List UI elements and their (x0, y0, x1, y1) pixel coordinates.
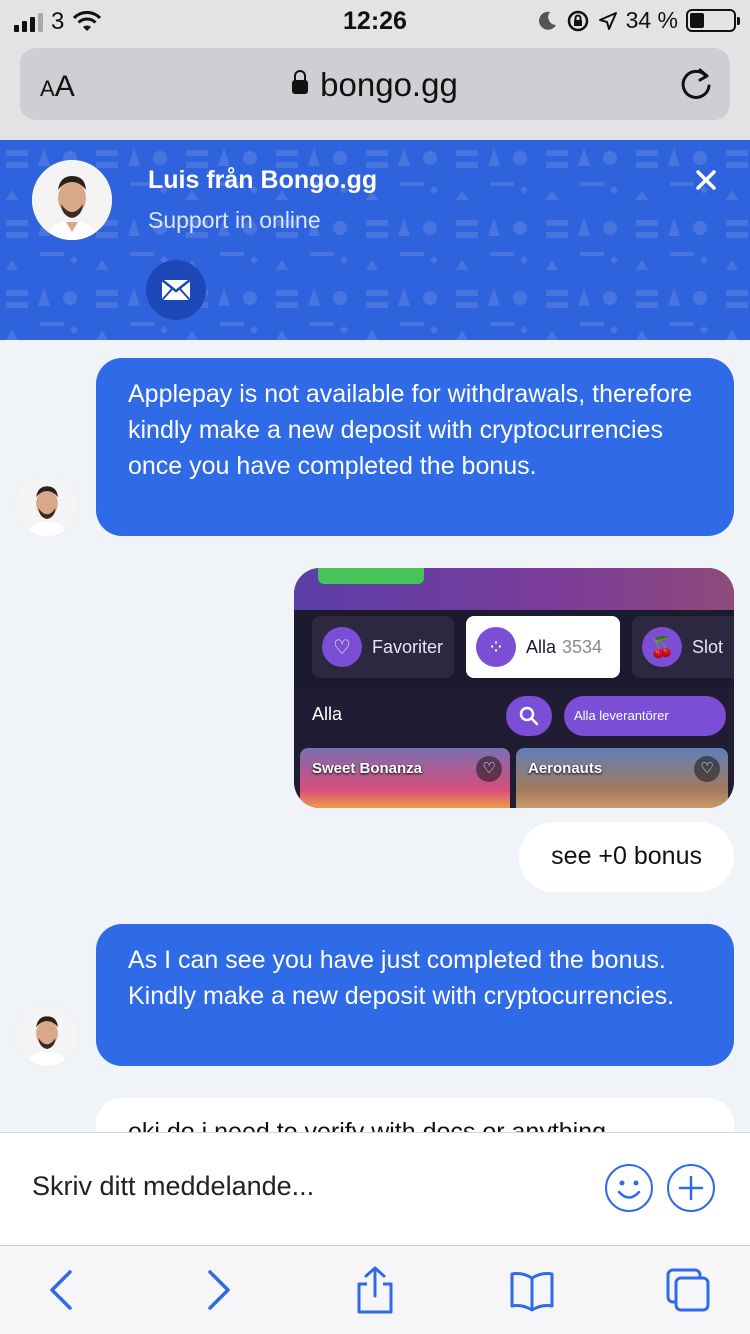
tab-count: 3534 (562, 636, 603, 657)
tabs-icon[interactable] (664, 1266, 712, 1314)
user-message: oki do i need to verify with docs or any… (96, 1098, 734, 1132)
screenshot-filter-row: Alla Alla leverantörer (294, 688, 734, 748)
image-attachment[interactable]: ♡ Favoriter ⁘ Alla 3534 🍒 Slot Alla Alla lev… (294, 568, 734, 808)
reload-icon[interactable] (676, 64, 716, 104)
share-icon[interactable] (351, 1266, 399, 1314)
agent-avatar-small (16, 474, 78, 536)
battery-percent: 34 % (625, 7, 678, 33)
browser-toolbar (0, 1245, 750, 1334)
mail-icon (161, 279, 191, 301)
cherry-icon: 🍒 (642, 627, 682, 667)
browser-address-area: AA bongo.gg (0, 42, 750, 140)
bookmarks-icon[interactable] (508, 1266, 556, 1314)
tab-alla: ⁘ Alla 3534 (466, 616, 620, 678)
agent-message: As I can see you have just completed the… (96, 924, 734, 1066)
tab-label: Alla (526, 636, 557, 657)
heart-icon: ♡ (322, 627, 362, 667)
provider-select: Alla leverantörer (564, 696, 726, 736)
tab-label: Favoriter (372, 636, 444, 657)
favorite-icon: ♡ (476, 756, 502, 782)
email-button[interactable] (146, 260, 206, 320)
search-icon (506, 696, 552, 736)
back-icon[interactable] (38, 1266, 86, 1314)
emoji-icon[interactable] (604, 1163, 654, 1213)
tab-favoriter: ♡ Favoriter (312, 616, 454, 678)
tab-slot: 🍒 Slot (632, 616, 734, 678)
address-bar[interactable]: AA bongo.gg (20, 48, 730, 120)
url-text: bongo.gg (320, 66, 458, 103)
grid-icon: ⁘ (476, 627, 516, 667)
location-icon (598, 11, 617, 30)
agent-message: Applepay is not available for withdrawal… (96, 358, 734, 536)
moon-icon (538, 11, 556, 30)
banner-button (318, 568, 424, 584)
url-field[interactable]: bongo.gg (20, 66, 730, 104)
user-message: see +0 bonus (519, 822, 734, 892)
add-attachment-icon[interactable] (666, 1163, 716, 1213)
tab-label: Slot (692, 636, 724, 657)
game-title: Aeronauts (528, 760, 603, 777)
status-bar: 3 12:26 34 % (0, 0, 750, 42)
game-tile: Aeronauts ♡ (516, 748, 728, 808)
game-title: Sweet Bonanza (312, 760, 423, 777)
agent-avatar-small (16, 1004, 78, 1066)
close-icon[interactable] (690, 164, 722, 196)
filter-label: Alla (312, 704, 343, 724)
lock-icon (292, 70, 309, 94)
rotation-lock-icon (567, 10, 588, 31)
status-right: 34 % (536, 7, 740, 34)
agent-avatar (32, 160, 112, 240)
forward-icon[interactable] (194, 1266, 242, 1314)
game-tile: Sweet Bonanza ♡ (300, 748, 510, 808)
battery-icon (686, 9, 740, 32)
message-composer: Skriv ditt meddelande... (0, 1132, 750, 1245)
agent-name: Luis från Bongo.gg (148, 166, 378, 194)
message-input[interactable]: Skriv ditt meddelande... (32, 1171, 314, 1202)
screenshot-tab-row: ♡ Favoriter ⁘ Alla 3534 🍒 Slot (294, 610, 734, 688)
agent-status: Support in online (148, 207, 321, 233)
favorite-icon: ♡ (694, 756, 720, 782)
message-list[interactable]: Applepay is not available for withdrawal… (0, 340, 750, 1132)
chat-header: Luis från Bongo.gg Support in online (0, 140, 750, 340)
